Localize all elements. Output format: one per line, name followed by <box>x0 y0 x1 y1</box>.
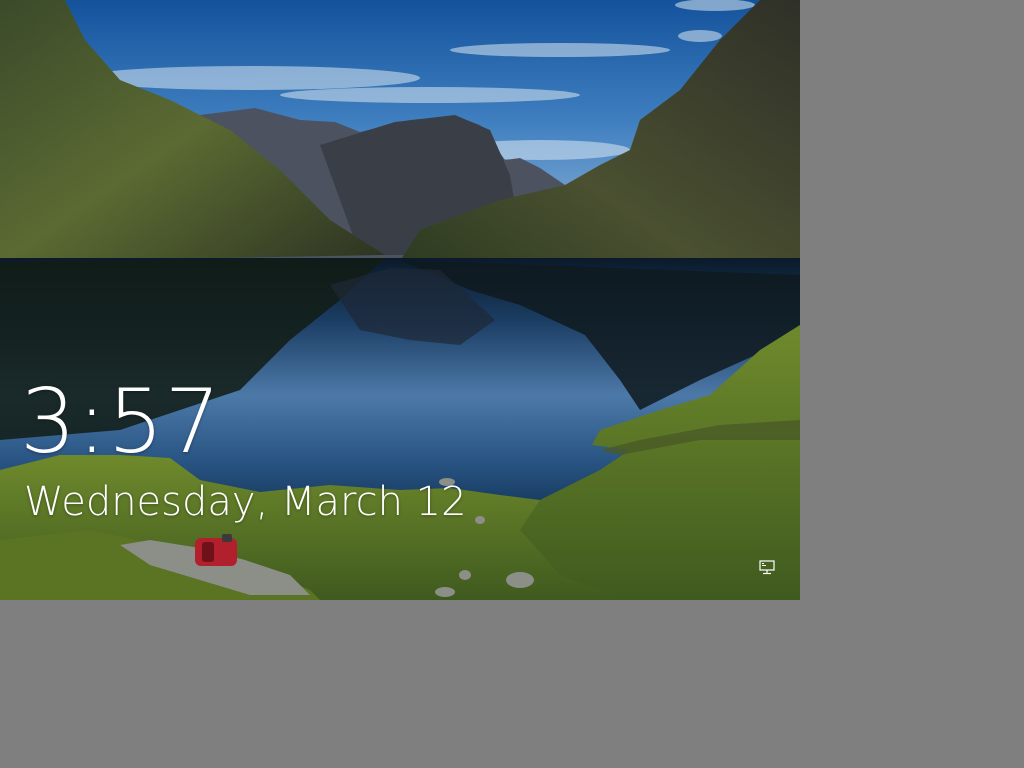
network-icon-glyph <box>759 560 775 575</box>
lock-screen-time: 3:57 <box>20 370 222 473</box>
lock-screen-date: Wednesday, March 12 <box>24 479 467 525</box>
lock-screen[interactable]: 3:57 Wednesday, March 12 <box>0 0 800 600</box>
network-icon[interactable] <box>758 560 778 576</box>
